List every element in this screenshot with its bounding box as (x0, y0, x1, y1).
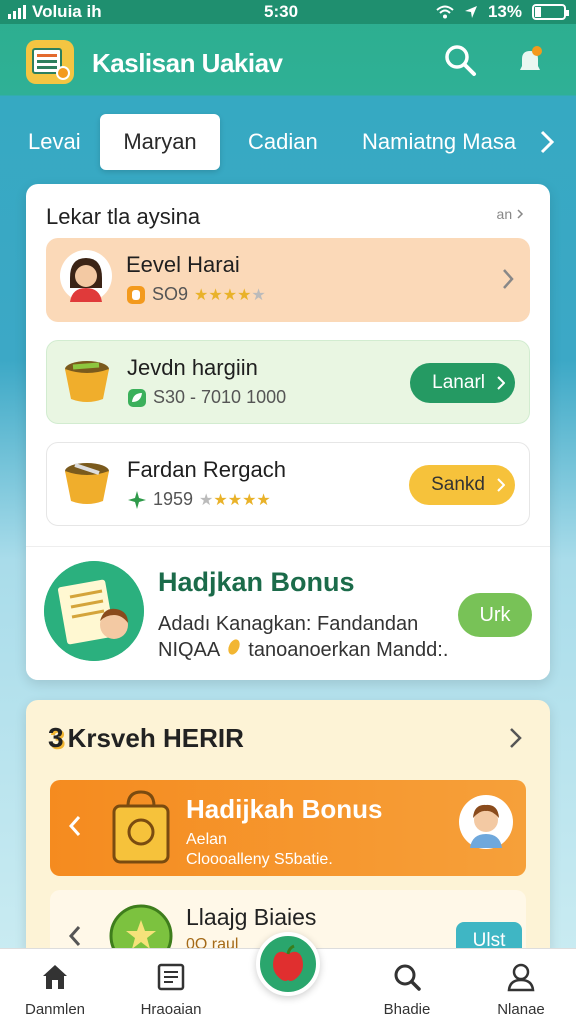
bonus-button[interactable]: Urk (458, 593, 532, 637)
signal-icon (8, 5, 26, 19)
promo-subtitle: Aelan Cloooalleny S5batie. (186, 831, 333, 868)
basket-icon (65, 463, 109, 504)
chevron-right-icon[interactable] (508, 726, 524, 750)
battery-icon (532, 4, 569, 20)
promo-item-title: Llaajg Biaies (186, 904, 317, 930)
location-arrow-icon (464, 6, 477, 18)
chevron-left-icon[interactable] (68, 924, 82, 948)
apple-icon (273, 944, 303, 981)
tab-levai[interactable]: Levai (28, 114, 81, 170)
nav-documents[interactable]: Hraoaian (116, 949, 226, 1024)
app-logo-icon[interactable] (26, 40, 74, 84)
tab-bar: Levai Maryan Cadian Namiatng Masa (0, 114, 576, 172)
section-title: Lekar tla aysina (46, 204, 201, 229)
row-title: Jevdn hargiin (127, 355, 258, 380)
row-title: Eevel Harai (126, 252, 240, 277)
status-right: 13% (436, 2, 569, 22)
bell-icon (520, 46, 542, 70)
status-time: 5:30 (264, 2, 299, 21)
rating-stars: ★★★★★ (199, 491, 271, 509)
avatar (459, 795, 513, 849)
app-header: Kaslisan Uakiav (0, 24, 576, 98)
chevron-right-icon (497, 376, 505, 390)
bonus-title: Hadjkan Bonus (158, 567, 355, 597)
status-left: Voluia ih (8, 2, 102, 22)
promo-banner[interactable]: Hadijkah Bonus Aelan Cloooalleny S5batie… (50, 780, 526, 876)
coin-icon (228, 639, 240, 655)
action-button[interactable]: Sankd (409, 465, 515, 505)
nav-center-button[interactable] (256, 932, 320, 996)
avatar (60, 250, 112, 302)
bag-icon (112, 790, 170, 864)
app-title: Kaslisan Uakiav (92, 48, 283, 78)
list-item[interactable]: Jevdn hargiin S30 - 7010 1000 Lanarl (46, 340, 530, 424)
chevron-right-icon (503, 269, 514, 289)
wifi-icon (436, 5, 454, 19)
tab-maryan[interactable]: Maryan (100, 114, 220, 170)
carrier-label: Voluia ih (32, 2, 102, 21)
nav-home[interactable]: Danmlen (0, 949, 110, 1024)
chevron-left-icon[interactable] (68, 814, 82, 838)
bonus-description: Adadı Kanagkan: Fandandan NIQAA tanoanoe… (158, 613, 449, 661)
chevron-right-icon[interactable] (536, 126, 558, 158)
home-icon (43, 965, 67, 989)
battery-percent: 13% (487, 2, 522, 21)
tab-namiatng-masa[interactable]: Namiatng Masa (362, 114, 516, 170)
see-all-link[interactable]: an (497, 206, 524, 222)
sparkle-icon (128, 490, 146, 509)
status-bar: Voluia ih 5:30 13% (0, 0, 576, 24)
nav-profile[interactable]: Nlanae (466, 949, 576, 1024)
search-button[interactable] (442, 42, 482, 82)
profile-icon (507, 963, 535, 992)
nav-search[interactable]: Bhadie (352, 949, 462, 1024)
rating-stars: ★★★★★ (194, 286, 266, 304)
section-number: 3 (48, 722, 64, 753)
document-icon (157, 963, 185, 991)
search-icon (394, 964, 421, 991)
list-item[interactable]: Eevel Harai SO9 ★★★★★ (46, 238, 530, 322)
search-icon (445, 45, 476, 76)
featured-list-card: Lekar tla aysina an Eevel Harai SO9 ★★★★… (26, 184, 550, 680)
bonus-banner[interactable]: Hadjkan Bonus Adadı Kanagkan: Fandandan … (26, 546, 550, 680)
leaf-icon (128, 388, 146, 407)
coin-icon (127, 285, 145, 304)
row-meta: SO9 ★★★★★ (126, 284, 266, 305)
chevron-right-icon (517, 209, 524, 219)
chevron-right-icon (497, 478, 505, 492)
row-meta: S30 - 7010 1000 (127, 387, 286, 408)
tab-cadian[interactable]: Cadian (248, 114, 318, 170)
list-item[interactable]: Fardan Rergach 1959 ★★★★★ Sankd (46, 442, 530, 526)
promo-title: Hadijkah Bonus (186, 794, 383, 824)
notification-button[interactable] (512, 42, 552, 82)
basket-icon (65, 361, 109, 402)
document-illustration-icon (44, 561, 144, 661)
action-button[interactable]: Lanarl (410, 363, 515, 403)
row-title: Fardan Rergach (127, 457, 286, 482)
section-title: 3 Krsveh HERIR (48, 722, 244, 753)
offers-card: 3 Krsveh HERIR Hadijkah Bonus Aelan Cloo… (26, 700, 550, 960)
row-meta: 1959 ★★★★★ (127, 489, 271, 510)
